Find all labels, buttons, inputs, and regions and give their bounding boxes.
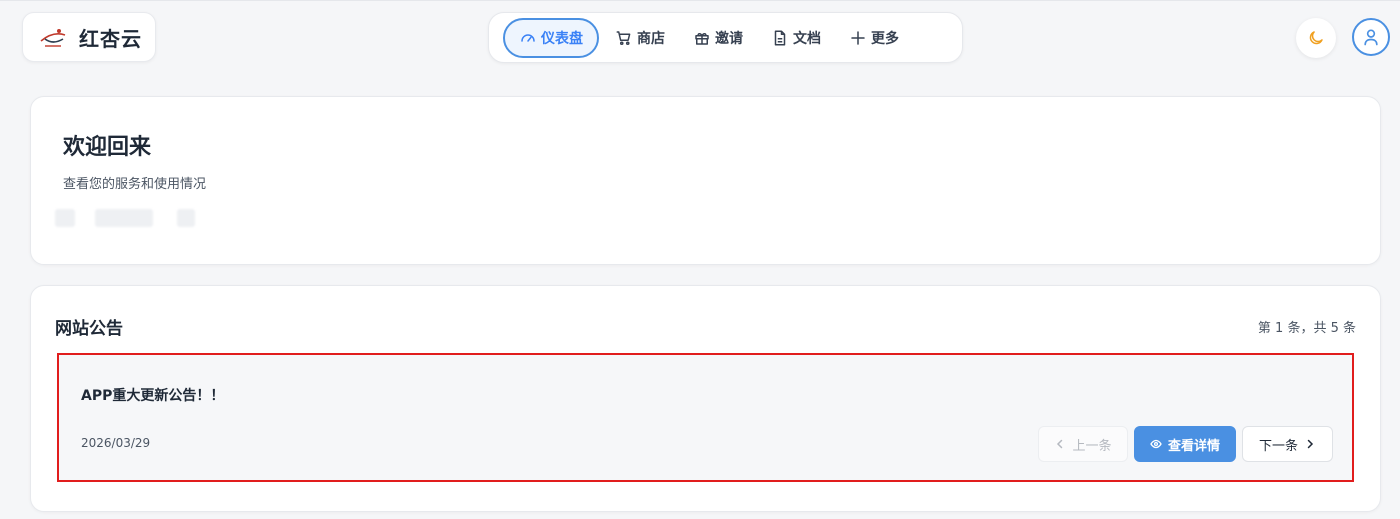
- plus-icon: [851, 30, 865, 45]
- welcome-title: 欢迎回来: [63, 135, 152, 160]
- nav-item-docs[interactable]: 文档: [759, 18, 833, 58]
- brand-logo-icon: [40, 29, 66, 47]
- announcement-pagination: 第 1 条，共 5 条: [1257, 321, 1356, 336]
- blurred-content: [177, 209, 195, 227]
- announcement-item-date: 2026/03/29: [81, 436, 151, 450]
- top-divider: [0, 0, 1400, 1]
- nav-label: 仪表盘: [541, 30, 583, 47]
- eye-icon: [1150, 439, 1162, 449]
- theme-toggle-button[interactable]: [1296, 18, 1336, 58]
- nav-item-more[interactable]: 更多: [837, 18, 911, 58]
- user-icon: [1364, 29, 1378, 46]
- main-nav: 仪表盘 商店 邀请 文档 更多: [488, 12, 963, 63]
- chevron-right-icon: [1307, 439, 1314, 449]
- nav-item-invite[interactable]: 邀请: [681, 18, 755, 58]
- next-label: 下一条: [1258, 438, 1298, 454]
- user-menu-button[interactable]: [1352, 18, 1390, 56]
- nav-label: 文档: [793, 30, 821, 47]
- blurred-content: [55, 209, 75, 227]
- nav-item-dashboard[interactable]: 仪表盘: [503, 17, 599, 58]
- view-label: 查看详情: [1167, 438, 1220, 454]
- document-icon: [774, 30, 786, 45]
- announcement-item-title: APP重大更新公告！！: [81, 388, 225, 404]
- brand-name: 红杏云: [79, 26, 142, 51]
- announcement-title: 网站公告: [55, 319, 123, 339]
- gift-icon: [695, 32, 709, 45]
- prev-announcement-button[interactable]: 上一条: [1038, 426, 1128, 462]
- nav-item-store[interactable]: 商店: [603, 18, 677, 58]
- view-details-button[interactable]: 查看详情: [1134, 426, 1236, 462]
- welcome-card: 欢迎回来 查看您的服务和使用情况: [30, 96, 1381, 265]
- welcome-subtitle: 查看您的服务和使用情况: [63, 177, 207, 192]
- moon-icon: [1309, 31, 1323, 45]
- nav-label: 商店: [637, 30, 665, 47]
- blurred-content: [95, 209, 153, 227]
- brand-logo[interactable]: 红杏云: [22, 12, 156, 62]
- nav-label: 邀请: [715, 30, 743, 47]
- nav-label: 更多: [871, 30, 899, 47]
- chevron-left-icon: [1057, 439, 1063, 449]
- announcement-card: 网站公告 第 1 条，共 5 条 APP重大更新公告！！ 2026/03/29 …: [30, 285, 1381, 512]
- announcement-item: APP重大更新公告！！ 2026/03/29 上一条 查看详情 下一条: [57, 353, 1354, 482]
- prev-label: 上一条: [1072, 438, 1112, 454]
- gauge-icon: [521, 33, 535, 42]
- cart-icon: [616, 30, 631, 45]
- next-announcement-button[interactable]: 下一条: [1242, 426, 1333, 462]
